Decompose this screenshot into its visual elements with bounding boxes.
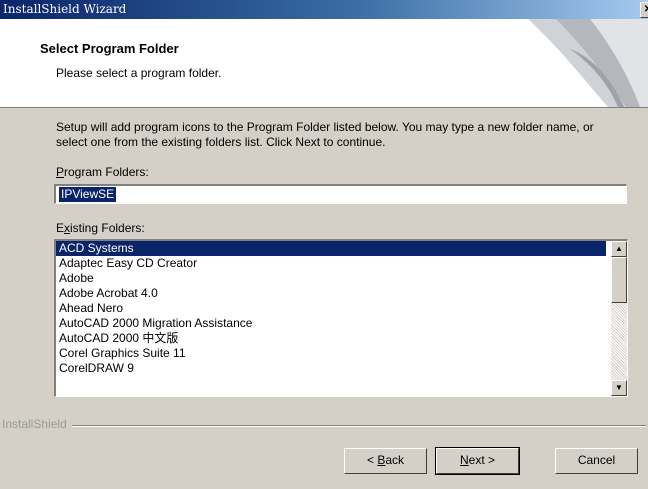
existing-folders-label-start: E [56, 221, 65, 235]
folder-item[interactable]: AutoCAD 2000 中文版 [56, 331, 606, 346]
folder-item-selected[interactable]: ACD Systems [56, 241, 606, 256]
back-prefix: < [366, 453, 378, 467]
program-folders-accel: P [56, 165, 65, 179]
folder-item[interactable]: CorelDRAW 9 [56, 361, 606, 376]
installer-window: InstallShield Wizard ✕ Select Program Fo… [0, 0, 648, 489]
vertical-scrollbar[interactable]: ▲ ▼ [611, 241, 627, 396]
title-bar[interactable]: InstallShield Wizard ✕ [0, 0, 648, 19]
next-button[interactable]: Next > [435, 447, 520, 475]
header-subtitle: Please select a program folder. [56, 66, 222, 80]
close-icon: ✕ [643, 4, 648, 15]
footer-divider [2, 425, 646, 427]
close-button[interactable]: ✕ [640, 2, 648, 18]
back-label: ack [385, 453, 405, 467]
scroll-down-button[interactable]: ▼ [611, 380, 627, 396]
next-accel: N [459, 453, 469, 467]
installshield-brand: InstallShield [2, 417, 72, 431]
folder-item[interactable]: Ahead Nero [56, 301, 606, 316]
program-folders-label-text: rogram Folders: [64, 165, 149, 179]
program-folder-input[interactable]: IPViewSE [54, 184, 627, 204]
folder-item[interactable]: Adobe Acrobat 4.0 [56, 286, 606, 301]
folder-item[interactable]: Adaptec Easy CD Creator [56, 256, 606, 271]
folder-items: ACD Systems Adaptec Easy CD Creator Adob… [56, 241, 606, 376]
header-graphic [528, 19, 648, 107]
existing-folders-label-text: isting Folders: [70, 221, 145, 235]
program-folder-value: IPViewSE [59, 187, 117, 202]
existing-folders-label: Existing Folders: [56, 221, 145, 235]
existing-folders-list[interactable]: ACD Systems Adaptec Easy CD Creator Adob… [54, 239, 628, 397]
folder-item[interactable]: Adobe [56, 271, 606, 286]
folder-item[interactable]: AutoCAD 2000 Migration Assistance [56, 316, 606, 331]
folder-item[interactable]: Corel Graphics Suite 11 [56, 346, 606, 361]
window-title: InstallShield Wizard [3, 2, 127, 16]
header-title: Select Program Folder [40, 41, 179, 56]
instructions-text: Setup will add program icons to the Prog… [56, 120, 594, 149]
cancel-button[interactable]: Cancel [555, 448, 638, 474]
program-folders-label: Program Folders: [56, 165, 149, 179]
wizard-header: Select Program Folder Please select a pr… [0, 19, 648, 108]
scroll-up-button[interactable]: ▲ [611, 241, 627, 257]
arrow-down-icon: ▼ [615, 383, 623, 392]
arrow-up-icon: ▲ [615, 244, 623, 253]
next-label: ext > [468, 453, 496, 467]
scroll-thumb[interactable] [611, 257, 627, 303]
back-button[interactable]: < Back [344, 448, 427, 474]
